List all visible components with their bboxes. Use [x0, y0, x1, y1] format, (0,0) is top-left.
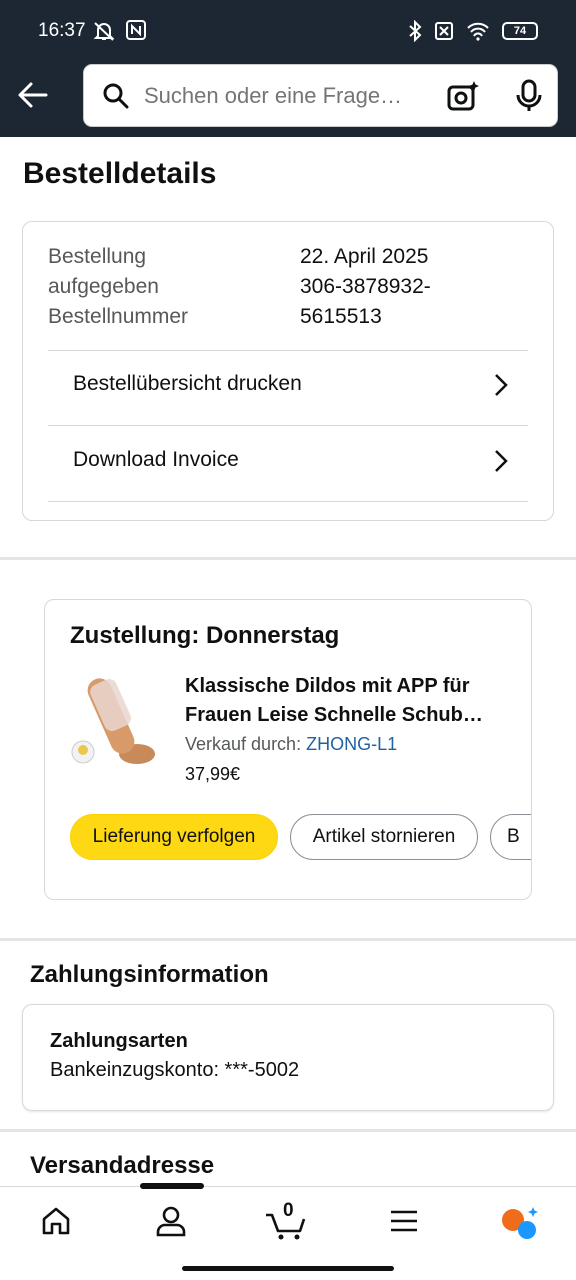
nfc-icon — [126, 20, 146, 40]
print-order-summary-link[interactable]: Bestellübersicht drucken — [73, 372, 302, 396]
chevron-right-icon[interactable] — [493, 448, 509, 474]
delivery-heading: Zustellung: Donnerstag — [70, 622, 340, 649]
order-number-value-line2: 5615513 — [300, 305, 382, 328]
order-placed-value: 22. April 2025 — [300, 245, 429, 268]
back-arrow-icon[interactable] — [16, 78, 50, 112]
active-tab-indicator — [140, 1183, 204, 1189]
order-values: 22. April 2025 306-3878932- 5615513 — [300, 242, 431, 332]
cancel-item-button[interactable]: Artikel stornieren — [290, 814, 478, 860]
cart-count: 0 — [283, 1200, 294, 1221]
payment-methods-label: Zahlungsarten — [50, 1030, 188, 1052]
order-labels: Bestellung aufgegeben Bestellnummer — [48, 242, 188, 332]
divider — [48, 350, 528, 351]
account-icon[interactable] — [155, 1205, 187, 1237]
shipment-card: Zustellung: Donnerstag Klassische Dildos… — [44, 599, 532, 900]
shipping-address-title: Versandadresse — [30, 1152, 215, 1179]
section-separator — [0, 557, 576, 560]
order-number-label: Bestellnummer — [48, 305, 189, 328]
order-info-card: Bestellung aufgegeben Bestellnummer 22. … — [22, 221, 554, 521]
payment-card: Zahlungsarten Bankeinzugskonto: ***-5002 — [22, 1004, 554, 1111]
gesture-bar — [182, 1266, 394, 1271]
section-separator — [0, 1129, 576, 1132]
divider — [48, 501, 528, 502]
seller-info: Verkauf durch: ZHONG-L1 — [185, 734, 397, 755]
chevron-right-icon[interactable] — [493, 372, 509, 398]
order-number-value-line1: 306-3878932- — [300, 275, 431, 298]
seller-link[interactable]: ZHONG-L1 — [306, 734, 397, 754]
home-icon[interactable] — [40, 1205, 72, 1237]
page-title: Bestelldetails — [23, 157, 217, 190]
track-delivery-button[interactable]: Lieferung verfolgen — [70, 814, 278, 860]
search-icon — [103, 83, 129, 109]
status-time: 16:37 — [38, 20, 86, 41]
search-input[interactable] — [144, 81, 434, 111]
bluetooth-icon — [409, 20, 422, 42]
product-title-line2[interactable]: Frauen Leise Schnelle Schub… — [185, 701, 515, 730]
menu-icon[interactable] — [388, 1205, 420, 1237]
search-bar[interactable] — [83, 64, 558, 127]
order-placed-label-line2: aufgegeben — [48, 275, 159, 298]
more-actions-button[interactable]: B — [490, 814, 531, 860]
order-placed-label-line1: Bestellung — [48, 245, 147, 268]
bottom-tab-bar: 0 — [0, 1183, 576, 1258]
product-title-line1[interactable]: Klassische Dildos mit APP für — [185, 672, 515, 701]
download-invoice-link[interactable]: Download Invoice — [73, 448, 239, 472]
wifi-icon — [467, 22, 489, 41]
muted-bell-icon — [93, 22, 115, 41]
payment-method-value: Bankeinzugskonto: ***-5002 — [50, 1059, 300, 1081]
product-price: 37,99€ — [185, 764, 241, 784]
camera-sparkle-icon[interactable] — [446, 79, 480, 113]
section-separator — [0, 938, 576, 941]
seller-prefix: Verkauf durch: — [185, 734, 307, 754]
status-bar: 16:37 74 — [0, 0, 576, 64]
microphone-icon[interactable] — [514, 79, 544, 113]
top-header — [0, 64, 576, 137]
product-image[interactable] — [69, 670, 165, 770]
payment-section-title: Zahlungsinformation — [30, 961, 269, 988]
battery-icon: 74 — [502, 22, 538, 40]
rufus-assistant-icon[interactable] — [500, 1205, 540, 1241]
no-sim-icon — [435, 22, 453, 40]
product-title[interactable]: Klassische Dildos mit APP für Frauen Lei… — [185, 672, 515, 730]
divider — [48, 425, 528, 426]
